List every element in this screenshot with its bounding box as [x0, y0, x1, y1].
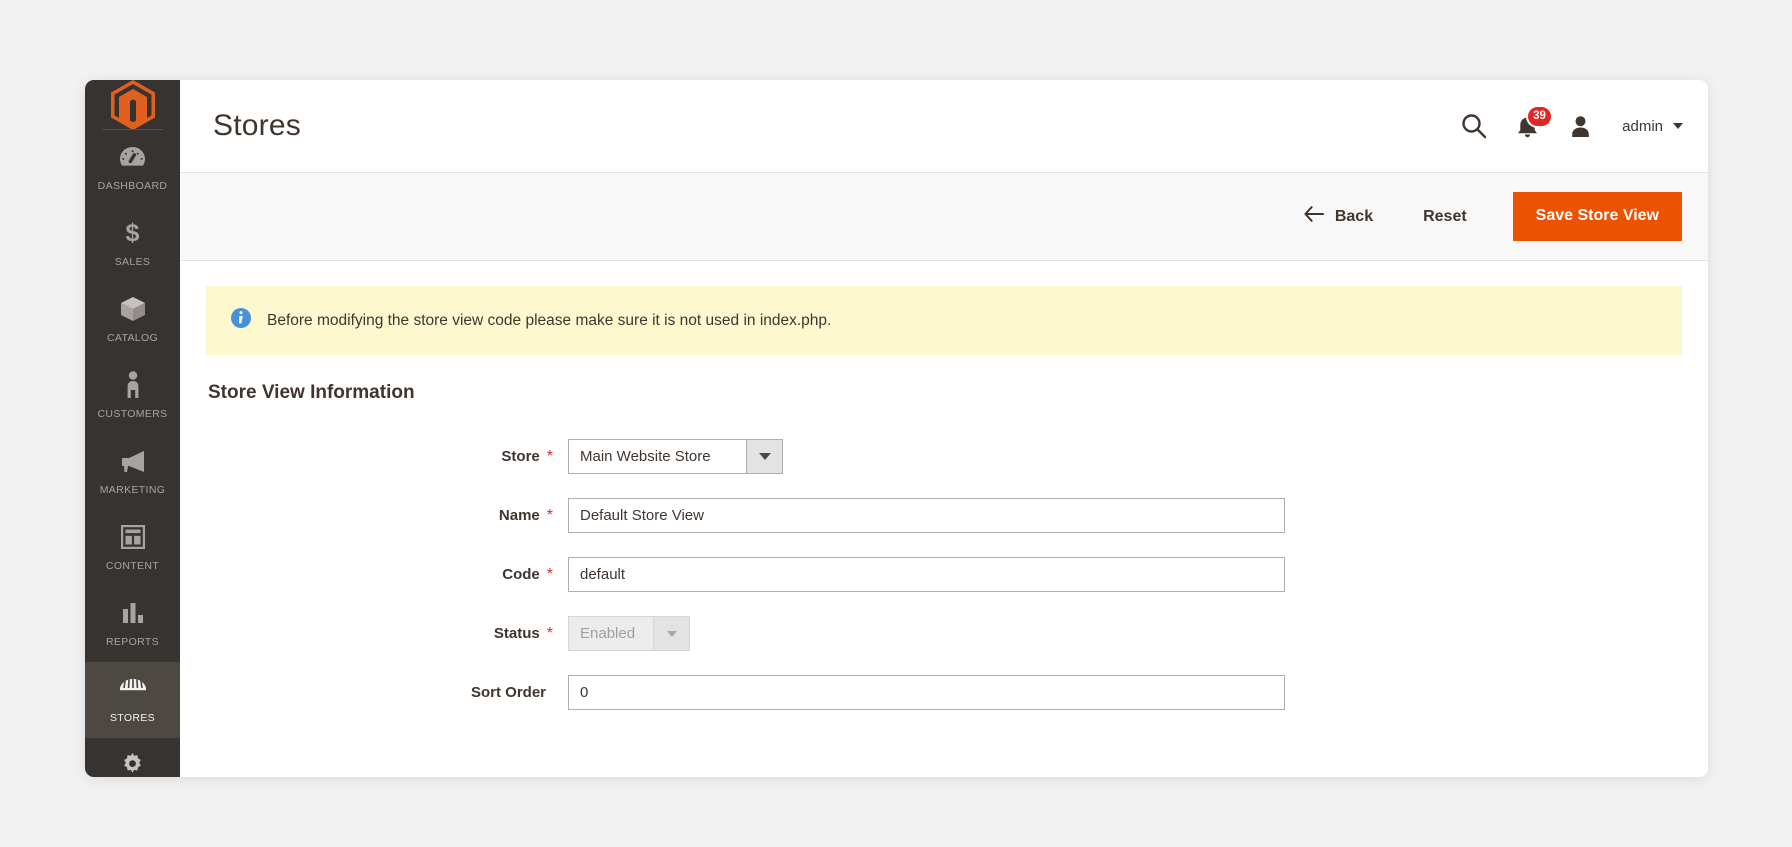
status-select: Enabled [568, 616, 690, 651]
field-label-cell: Store * [206, 448, 568, 465]
account-name: admin [1622, 117, 1663, 135]
notifications-badge: 39 [1526, 104, 1553, 128]
status-label: Status [493, 625, 540, 642]
status-select-value: Enabled [568, 616, 653, 651]
store-select[interactable]: Main Website Store [568, 439, 783, 474]
sidebar-item-label: STORES [109, 712, 156, 724]
sidebar-item-marketing[interactable]: MARKETING [85, 434, 180, 510]
sort-order-label: Sort Order [470, 684, 546, 701]
save-store-view-button[interactable]: Save Store View [1512, 192, 1682, 241]
account-menu[interactable]: admin [1622, 118, 1683, 135]
page-title: Stores [213, 109, 301, 142]
sidebar-item-sales[interactable]: $ SALES [85, 206, 180, 282]
sidebar-item-label: MARKETING [99, 484, 166, 496]
sidebar-item-label: CONTENT [105, 560, 160, 572]
field-row-status: Status * Enabled [206, 616, 1682, 651]
header-actions: 39 admin [1461, 104, 1683, 139]
arrow-left-icon [1304, 206, 1324, 227]
store-select-arrow-button[interactable] [746, 439, 783, 474]
field-label-cell: Code * [206, 566, 568, 583]
chevron-down-icon [758, 453, 771, 460]
required-marker: * [546, 624, 553, 642]
sidebar-item-label: DASHBOARD [97, 180, 168, 192]
sidebar-item-system[interactable]: SYSTEM [85, 738, 180, 777]
reset-button[interactable]: Reset [1409, 200, 1481, 234]
section-title: Store View Information [208, 382, 415, 403]
code-label: Code [502, 566, 540, 583]
code-input[interactable] [568, 557, 1285, 592]
sidebar-item-label: CUSTOMERS [97, 408, 168, 420]
store-select-value: Main Website Store [568, 439, 746, 474]
field-row-store: Store * Main Website Store [206, 439, 1682, 474]
bar-chart-icon [87, 599, 178, 626]
gear-icon [87, 751, 178, 777]
megaphone-icon [87, 447, 178, 474]
sort-order-input[interactable] [568, 675, 1285, 710]
box-icon [87, 295, 178, 322]
sidebar-item-label: SALES [114, 256, 151, 268]
main-sidebar: DASHBOARD $ SALES CATALOG CUSTOMERS MARK… [85, 80, 180, 777]
chevron-down-icon [1673, 123, 1683, 129]
field-row-sort-order: Sort Order [206, 675, 1682, 710]
admin-window: DASHBOARD $ SALES CATALOG CUSTOMERS MARK… [85, 80, 1708, 777]
svg-text:$: $ [126, 219, 140, 246]
main-content-area: Stores 39 admin Back Reset Save Store Vi… [180, 80, 1708, 777]
notifications-bell-icon[interactable]: 39 [1516, 104, 1553, 139]
field-label-cell: Status * [206, 625, 568, 642]
sidebar-item-content[interactable]: CONTENT [85, 510, 180, 586]
page-header: Stores 39 admin [180, 80, 1708, 172]
status-select-arrow-button [653, 616, 690, 651]
sidebar-item-label: CATALOG [106, 332, 159, 344]
user-avatar-icon[interactable] [1568, 114, 1593, 139]
field-row-code: Code * [206, 557, 1682, 592]
name-label: Name [498, 507, 540, 524]
form-content: Before modifying the store view code ple… [180, 261, 1708, 777]
person-icon [87, 371, 178, 398]
layout-icon [87, 523, 178, 550]
store-label: Store [501, 448, 540, 465]
chevron-down-icon [666, 630, 677, 637]
search-icon[interactable] [1461, 113, 1487, 139]
sidebar-item-reports[interactable]: REPORTS [85, 586, 180, 662]
required-marker: * [546, 565, 553, 583]
info-icon [230, 307, 252, 334]
field-label-cell: Sort Order [206, 684, 568, 701]
sidebar-item-customers[interactable]: CUSTOMERS [85, 358, 180, 434]
info-notice: Before modifying the store view code ple… [206, 286, 1682, 355]
name-input[interactable] [568, 498, 1285, 533]
back-button-label: Back [1334, 207, 1374, 225]
sidebar-item-label: REPORTS [105, 636, 160, 648]
required-marker: * [546, 447, 553, 465]
dashboard-icon [87, 143, 178, 170]
dollar-icon: $ [87, 219, 178, 246]
magento-logo[interactable] [85, 80, 180, 130]
sidebar-item-catalog[interactable]: CATALOG [85, 282, 180, 358]
storefront-icon [87, 675, 178, 702]
sidebar-item-dashboard[interactable]: DASHBOARD [85, 130, 180, 206]
field-label-cell: Name * [206, 507, 568, 524]
required-marker: * [546, 506, 553, 524]
notice-message: Before modifying the store view code ple… [267, 311, 832, 329]
page-actions-toolbar: Back Reset Save Store View [180, 172, 1708, 261]
field-row-name: Name * [206, 498, 1682, 533]
back-button[interactable]: Back [1290, 198, 1387, 235]
sidebar-item-stores[interactable]: STORES [85, 662, 180, 738]
